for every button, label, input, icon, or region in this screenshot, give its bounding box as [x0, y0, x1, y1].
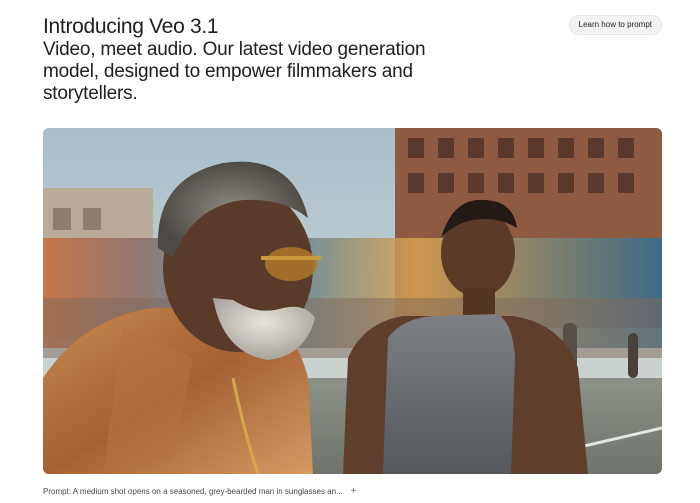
learn-how-to-prompt-button[interactable]: Learn how to prompt — [568, 15, 662, 35]
video-frame — [43, 128, 662, 474]
prompt-caption: Prompt: A medium shot opens on a seasone… — [43, 487, 357, 497]
prompt-text: Prompt: A medium shot opens on a seasone… — [43, 487, 343, 496]
video-player[interactable] — [43, 128, 662, 474]
expand-prompt-icon[interactable]: + — [351, 487, 357, 497]
intro-header: Introducing Veo 3.1 Video, meet audio. O… — [43, 14, 483, 105]
page-title: Introducing Veo 3.1 — [43, 15, 219, 38]
page-subtitle: Video, meet audio. Our latest video gene… — [43, 39, 426, 104]
